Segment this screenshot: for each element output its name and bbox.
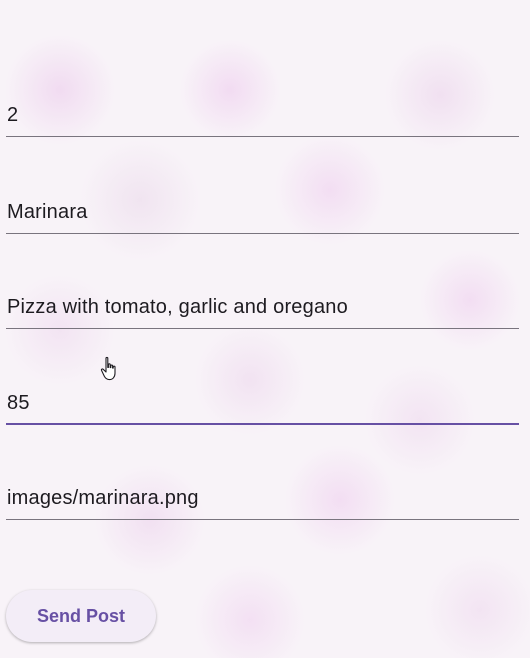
- image-path-field-value: images/marinara.png: [7, 487, 199, 509]
- image-path-field[interactable]: images/marinara.png: [6, 460, 519, 520]
- id-field-value: 2: [7, 104, 19, 126]
- send-post-button[interactable]: Send Post: [6, 590, 156, 642]
- image-path-field-underline: [6, 519, 519, 520]
- description-field[interactable]: Pizza with tomato, garlic and oregano: [6, 269, 519, 329]
- description-field-value: Pizza with tomato, garlic and oregano: [7, 296, 348, 318]
- id-field[interactable]: 2: [6, 77, 519, 137]
- name-field-value: Marinara: [7, 201, 88, 223]
- name-field-underline: [6, 233, 519, 234]
- id-field-underline: [6, 136, 519, 137]
- price-field-underline: [6, 423, 519, 425]
- price-field[interactable]: 85: [6, 365, 519, 425]
- description-field-underline: [6, 328, 519, 329]
- name-field[interactable]: Marinara: [6, 174, 519, 234]
- post-form: 2 Marinara Pizza with tomato, garlic and…: [0, 0, 530, 658]
- price-field-value: 85: [7, 392, 30, 414]
